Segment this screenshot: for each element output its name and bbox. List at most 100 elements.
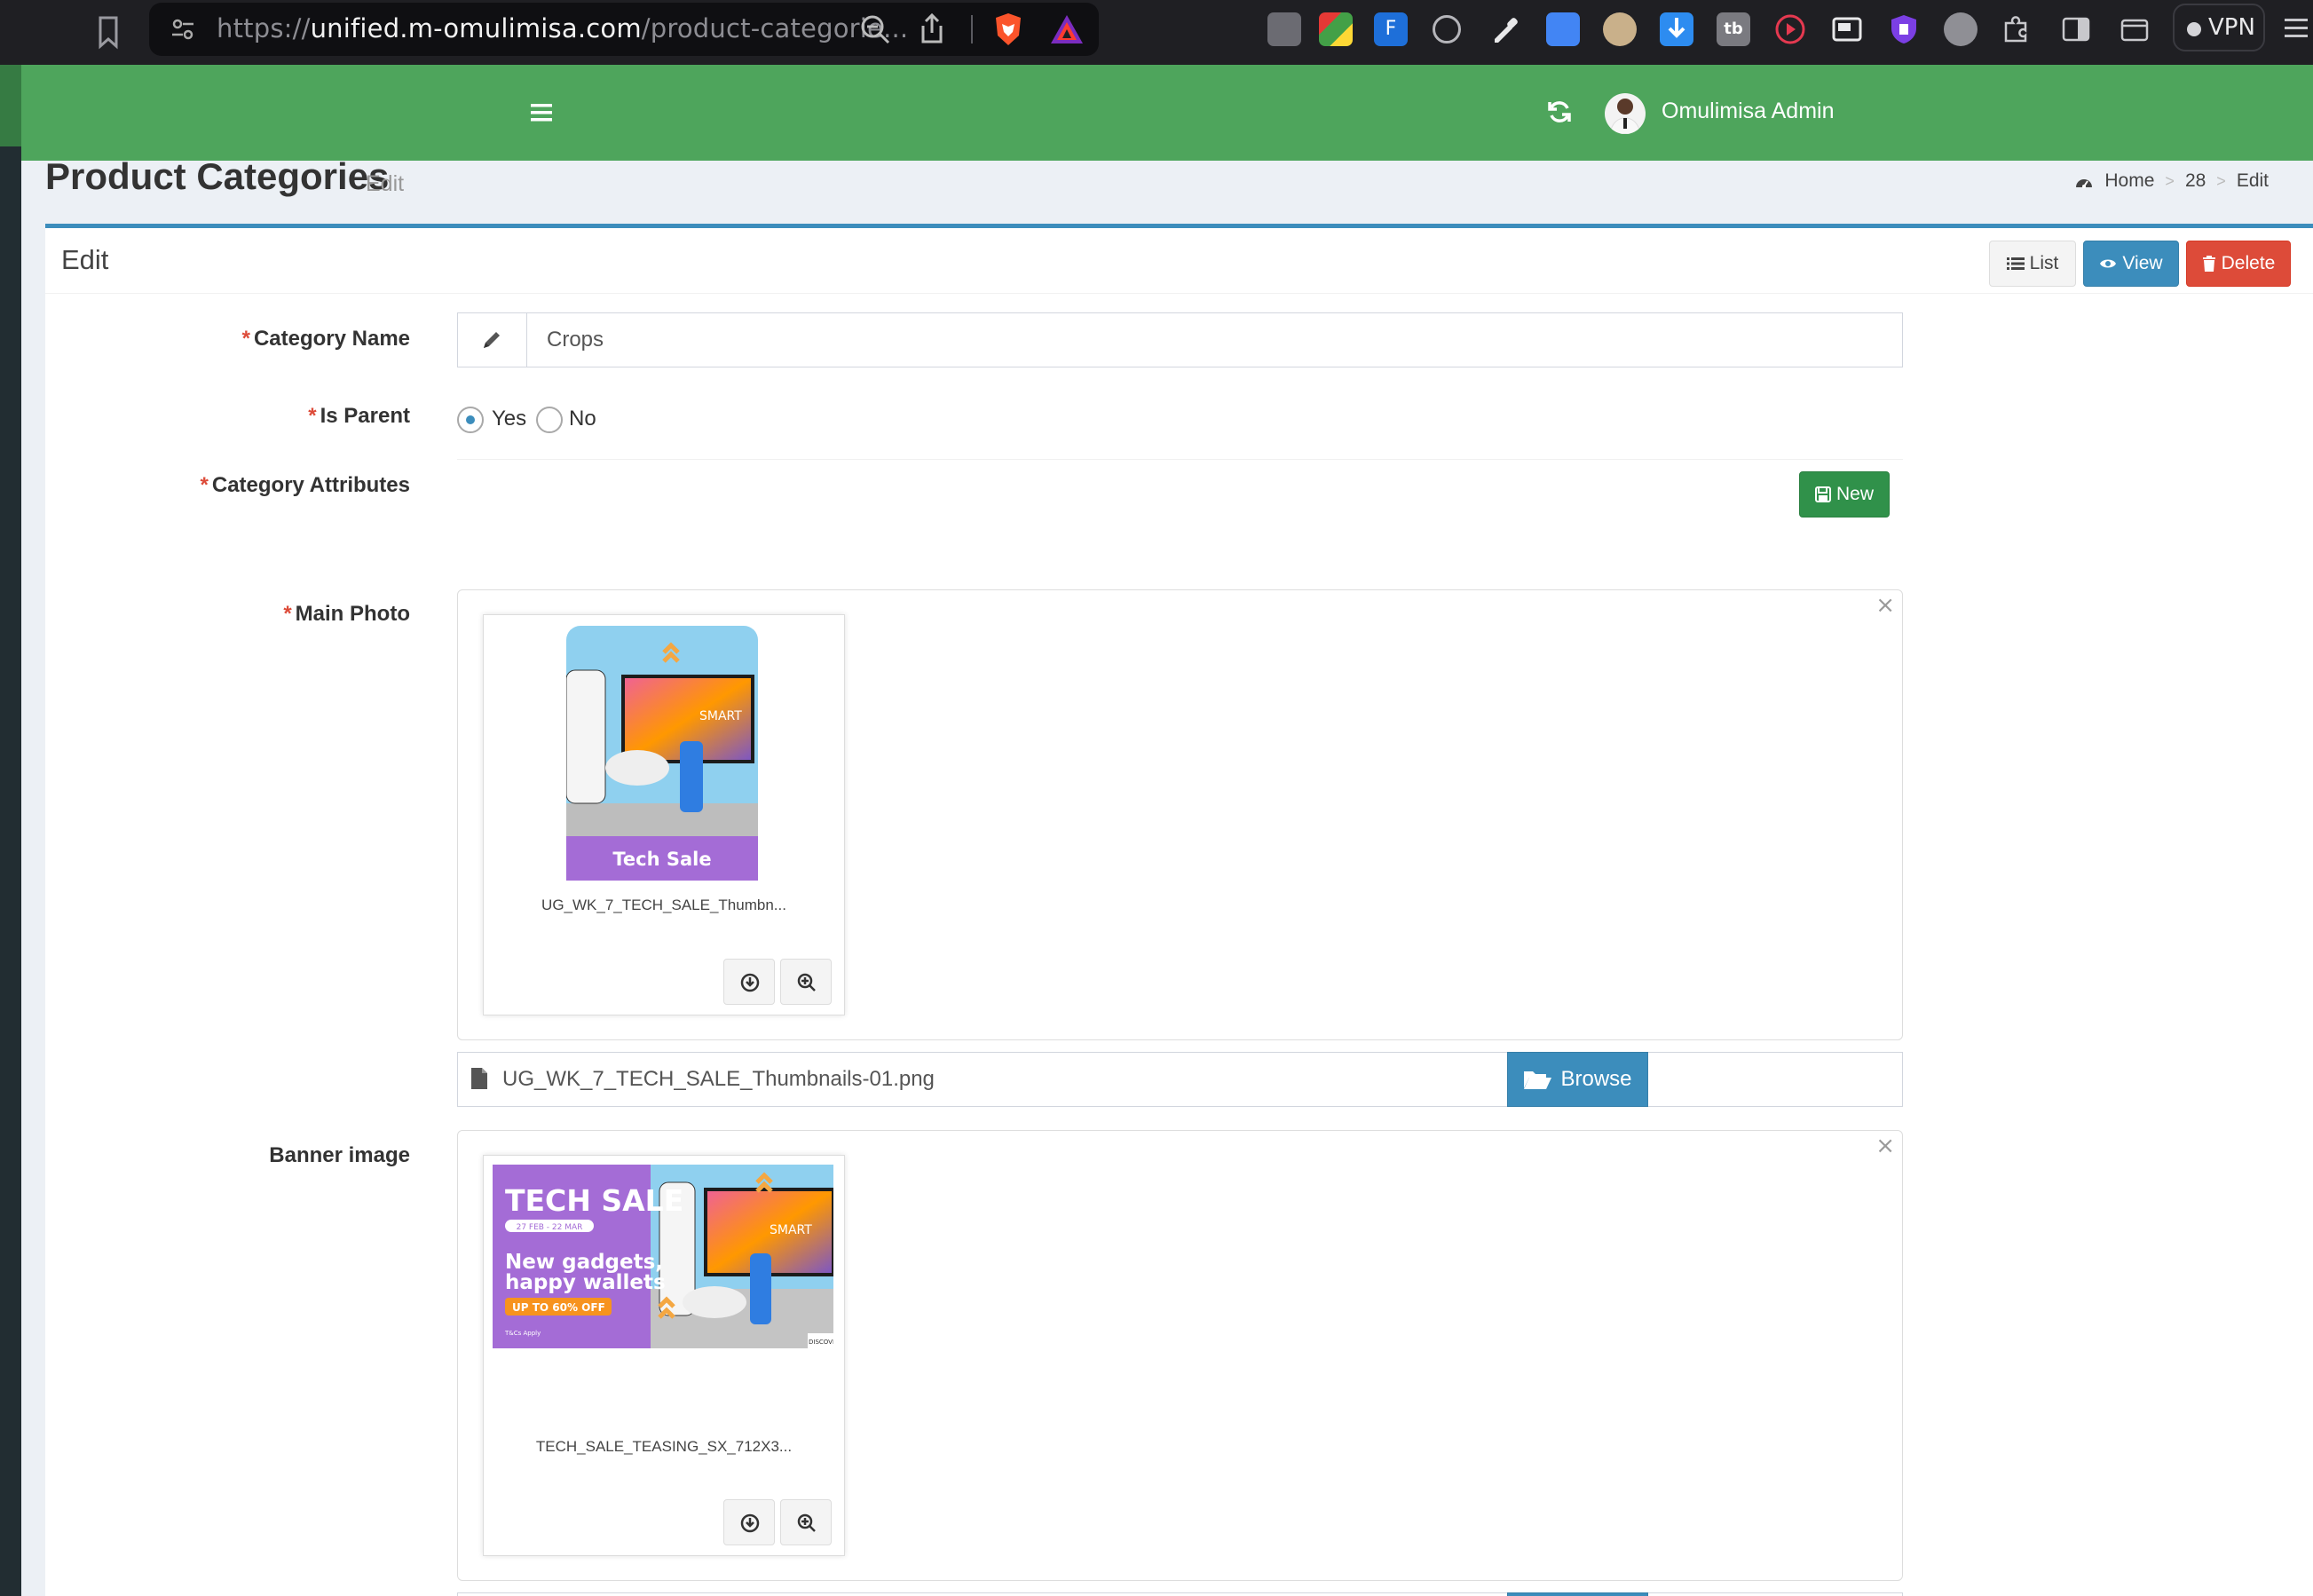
sidebar-collapsed bbox=[0, 65, 21, 1596]
file-icon bbox=[471, 1068, 487, 1089]
category-name-input[interactable] bbox=[527, 313, 1902, 367]
pencil-icon bbox=[484, 332, 500, 348]
list-button[interactable]: List bbox=[1989, 241, 2076, 287]
brave-rewards-icon[interactable] bbox=[1049, 13, 1085, 45]
browser-menu-icon[interactable] bbox=[2283, 16, 2309, 41]
extension-check-circle-icon[interactable] bbox=[1433, 15, 1461, 43]
new-attribute-button[interactable]: New bbox=[1799, 471, 1890, 518]
svg-text:SMART: SMART bbox=[770, 1223, 812, 1237]
banner-image-preview: × SMART DISCOVER TECH SALE bbox=[457, 1130, 1903, 1581]
main-photo-preview: × SMART Tech Sale UG_WK_7_TECH_SALE_Thum… bbox=[457, 589, 1903, 1040]
pencil-addon bbox=[458, 313, 527, 367]
extension-color-grid-icon[interactable] bbox=[1319, 12, 1353, 46]
main-photo-label: * Main Photo bbox=[283, 602, 410, 626]
breadcrumb-separator: > bbox=[2216, 171, 2226, 190]
trash-icon bbox=[2202, 256, 2215, 272]
main-photo-file-input[interactable]: UG_WK_7_TECH_SALE_Thumbnails-01.png Brow… bbox=[457, 1052, 1903, 1107]
url-text[interactable]: https://unified.m-omulimisa.com/product-… bbox=[217, 13, 908, 43]
extension-music-icon[interactable] bbox=[1944, 12, 1977, 46]
zoom-button[interactable] bbox=[780, 1499, 832, 1545]
download-icon bbox=[740, 973, 760, 992]
edit-form-box: Edit List View Delete *Category Name *Is… bbox=[45, 224, 2313, 1596]
attributes-divider bbox=[457, 459, 1903, 460]
vpn-label: VPN bbox=[2208, 14, 2255, 41]
user-name[interactable]: Omulimisa Admin bbox=[1662, 99, 1835, 124]
site-settings-icon[interactable] bbox=[169, 15, 197, 43]
sidebar-toggle-icon[interactable] bbox=[2059, 12, 2093, 46]
zoom-in-icon bbox=[797, 1513, 816, 1532]
sidebar-logo-strip bbox=[0, 65, 21, 146]
zoom-button[interactable] bbox=[780, 959, 832, 1005]
refresh-icon[interactable] bbox=[1546, 99, 1573, 125]
is-parent-no-radio[interactable] bbox=[536, 407, 563, 433]
download-button[interactable] bbox=[723, 959, 775, 1005]
download-button[interactable] bbox=[723, 1499, 775, 1545]
extension-pip-icon[interactable] bbox=[1830, 12, 1864, 46]
category-name-label: * Category Name bbox=[241, 327, 410, 351]
breadcrumb: Home > 28 > Edit bbox=[2074, 170, 2269, 192]
wallet-icon[interactable] bbox=[2118, 12, 2151, 46]
avatar[interactable] bbox=[1605, 93, 1646, 134]
address-bar[interactable]: https://unified.m-omulimisa.com/product-… bbox=[149, 3, 1099, 56]
extension-download-icon[interactable] bbox=[1660, 12, 1693, 46]
delete-button-label: Delete bbox=[2221, 253, 2276, 273]
page-title: Product Categories bbox=[45, 155, 390, 197]
extension-play-icon[interactable] bbox=[1773, 12, 1807, 46]
save-icon bbox=[1814, 486, 1831, 502]
box-title: Edit bbox=[61, 244, 109, 275]
bookmark-icon[interactable] bbox=[92, 14, 124, 50]
category-name-input-group bbox=[457, 312, 1903, 367]
banner-thumbnail-card: SMART DISCOVER TECH SALE 27 FEB - 22 MAR… bbox=[483, 1155, 845, 1556]
extension-fi-icon[interactable]: F bbox=[1374, 12, 1408, 46]
banner-tagline2-text: happy wallets bbox=[505, 1271, 666, 1294]
delete-button[interactable]: Delete bbox=[2186, 241, 2291, 287]
extension-translate-icon[interactable] bbox=[1546, 12, 1580, 46]
breadcrumb-separator: > bbox=[2165, 171, 2175, 190]
remove-file-icon[interactable]: × bbox=[1875, 592, 1895, 619]
list-button-label: List bbox=[2029, 253, 2059, 273]
brave-shields-icon[interactable] bbox=[992, 12, 1024, 47]
thumbnail-text: Tech Sale bbox=[612, 849, 711, 870]
main-photo-thumbnail-card: SMART Tech Sale UG_WK_7_TECH_SALE_Thumbn… bbox=[483, 614, 845, 1015]
banner-offer-text: UP TO 60% OFF bbox=[512, 1301, 605, 1314]
is-parent-no-label[interactable]: No bbox=[569, 407, 596, 431]
svg-text:SMART: SMART bbox=[699, 709, 742, 723]
banner-file-input[interactable] bbox=[457, 1592, 1903, 1596]
sidebar-toggle-hamburger-icon[interactable] bbox=[531, 104, 552, 122]
breadcrumb-current: Edit bbox=[2236, 170, 2269, 191]
browser-toolbar: https://unified.m-omulimisa.com/product-… bbox=[0, 0, 2313, 65]
browse-button[interactable]: Browse bbox=[1507, 1052, 1648, 1107]
page-subtitle: Edit bbox=[366, 171, 405, 196]
extension-eyedropper-icon[interactable] bbox=[1488, 12, 1521, 46]
extension-face-icon[interactable] bbox=[1603, 12, 1637, 46]
extension-tb-icon[interactable]: tb bbox=[1717, 12, 1750, 46]
zoom-in-icon bbox=[797, 973, 816, 992]
box-header: Edit List View Delete bbox=[45, 228, 2313, 294]
radio-selected-dot bbox=[466, 415, 475, 424]
banner-image-label: Banner image bbox=[269, 1143, 410, 1167]
vpn-status-icon bbox=[2187, 22, 2201, 36]
is-parent-yes-label[interactable]: Yes bbox=[492, 407, 526, 431]
view-button[interactable]: View bbox=[2083, 241, 2179, 287]
eye-icon bbox=[2100, 259, 2117, 268]
extensions-puzzle-icon[interactable] bbox=[1999, 12, 2033, 46]
zoom-out-icon[interactable] bbox=[859, 13, 891, 45]
vpn-button[interactable]: VPN bbox=[2173, 4, 2265, 51]
extension-shield-icon[interactable] bbox=[1887, 12, 1921, 46]
dashboard-icon bbox=[2076, 179, 2093, 188]
browse-button-label: Browse bbox=[1560, 1067, 1632, 1091]
share-icon[interactable] bbox=[918, 12, 946, 45]
banner-browse-button[interactable] bbox=[1507, 1592, 1648, 1596]
breadcrumb-id[interactable]: 28 bbox=[2185, 170, 2206, 192]
extension-copy-icon[interactable] bbox=[1267, 12, 1301, 46]
is-parent-label: * Is Parent bbox=[308, 404, 410, 428]
view-button-label: View bbox=[2122, 253, 2163, 273]
breadcrumb-home[interactable]: Home bbox=[2104, 170, 2154, 192]
folder-open-icon bbox=[1524, 1071, 1552, 1089]
banner-terms-text: T&Cs Apply bbox=[504, 1330, 541, 1337]
is-parent-yes-radio[interactable] bbox=[457, 407, 484, 433]
download-icon bbox=[740, 1513, 760, 1533]
banner-headline-text: TECH SALE bbox=[505, 1183, 683, 1218]
remove-file-icon[interactable]: × bbox=[1875, 1133, 1895, 1159]
main-photo-filename: UG_WK_7_TECH_SALE_Thumbnails-01.png bbox=[502, 1067, 935, 1091]
